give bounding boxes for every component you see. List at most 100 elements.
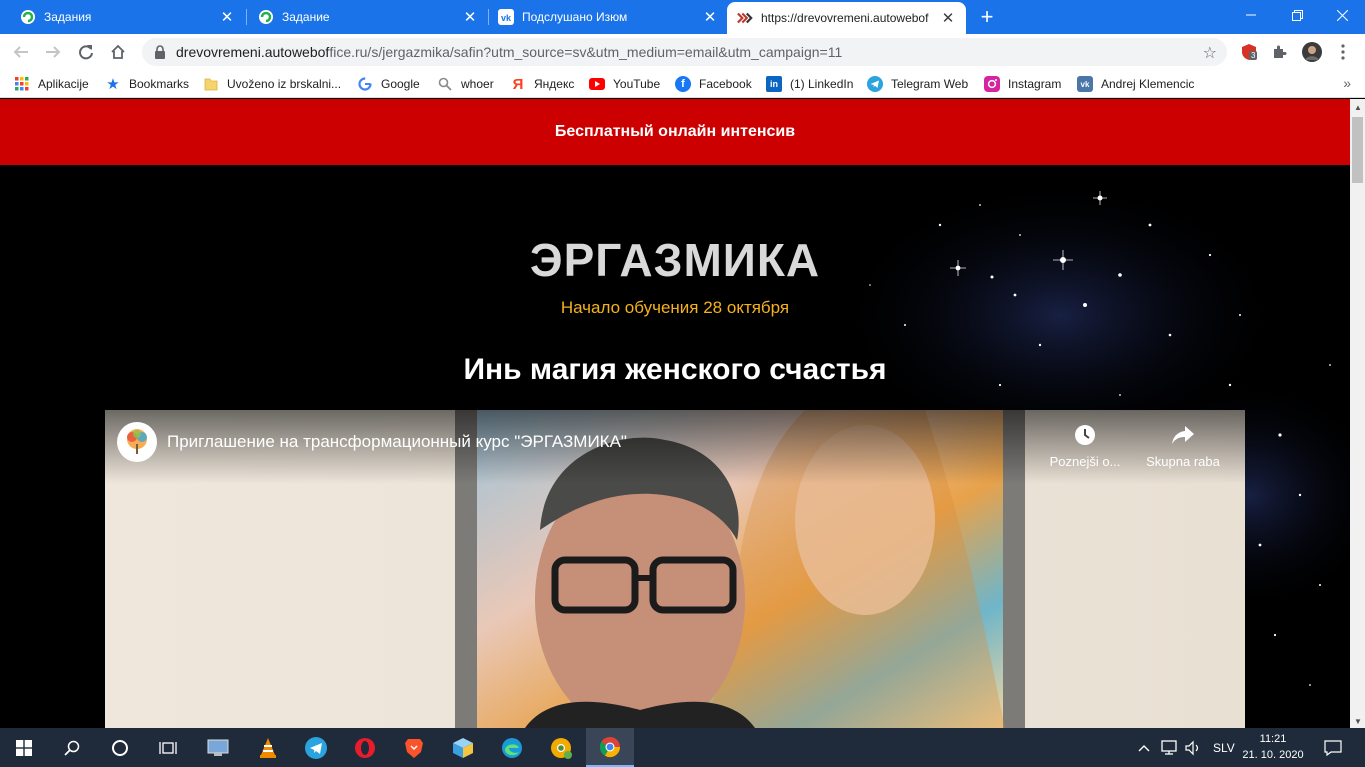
watch-later-button[interactable]: Poznejši o... — [1045, 422, 1125, 469]
bookmark-youtube[interactable]: YouTube — [589, 74, 660, 94]
task-view-icon — [159, 741, 177, 754]
scroll-down-arrow-icon[interactable]: ▼ — [1354, 717, 1362, 726]
taskbar-app-chrome-canary[interactable] — [537, 728, 585, 767]
bookmark-andrej[interactable]: vk Andrej Klemencic — [1077, 74, 1194, 94]
bookmark-telegram[interactable]: Telegram Web — [867, 74, 968, 94]
google-icon — [357, 76, 373, 92]
input-language[interactable]: SLV — [1213, 728, 1235, 767]
reload-button[interactable] — [74, 40, 98, 64]
facebook-icon: f — [675, 76, 691, 92]
tab-zadanie[interactable]: Задание ✕ — [238, 0, 488, 34]
web-page: Бесплатный онлайн интенсив ЭРГАЗМИКА Нач… — [0, 99, 1350, 728]
task-app-icon — [20, 9, 36, 25]
tab-close-icon[interactable]: ✕ — [462, 9, 478, 26]
bookmark-label: Andrej Klemencic — [1101, 77, 1195, 91]
tree-logo-icon — [127, 429, 147, 454]
adblock-extension-icon[interactable]: 3 — [1239, 42, 1259, 62]
bookmark-star-icon[interactable]: ☆ — [1203, 43, 1217, 63]
bookmark-label: Facebook — [699, 77, 752, 91]
taskbar-app-remote-desktop[interactable] — [194, 728, 242, 767]
telegram-icon — [305, 736, 327, 759]
cortana-button[interactable] — [96, 728, 144, 767]
page-scrollbar[interactable]: ▲ ▼ — [1350, 99, 1365, 728]
chrome-icon — [599, 736, 621, 757]
lock-icon — [155, 45, 165, 59]
share-arrow-icon — [1143, 422, 1223, 448]
search-icon — [64, 740, 80, 756]
profile-avatar[interactable] — [1302, 42, 1322, 62]
address-bar[interactable]: drevovremeni.autowebof fice.ru/s/jergazmi… — [142, 38, 1227, 66]
minimize-button[interactable] — [1228, 0, 1274, 30]
promo-banner: Бесплатный онлайн интенсив — [0, 99, 1350, 165]
url-host: drevovremeni.autowebof — [176, 44, 330, 60]
tab-podslushano[interactable]: vk Подслушано Изюм ✕ — [478, 0, 728, 34]
taskbar-app-cube[interactable] — [439, 728, 487, 767]
channel-logo[interactable] — [117, 422, 157, 462]
tab-close-icon[interactable]: ✕ — [702, 9, 718, 26]
opera-icon — [355, 737, 375, 758]
tray-overflow-icon[interactable] — [1138, 728, 1150, 767]
windows-logo-icon — [16, 739, 32, 756]
menu-kebab-icon[interactable] — [1333, 42, 1353, 62]
task-view-button[interactable] — [144, 728, 192, 767]
forward-arrow-icon — [46, 46, 61, 58]
restore-button[interactable] — [1274, 0, 1320, 30]
bookmark-instagram[interactable]: Instagram — [984, 74, 1061, 94]
scroll-up-arrow-icon[interactable]: ▲ — [1354, 103, 1362, 112]
share-button[interactable]: Skupna raba — [1143, 422, 1223, 469]
tab-close-icon[interactable]: ✕ — [219, 9, 235, 26]
tab-title: https://drevovremeni.autowebof — [761, 11, 929, 25]
taskbar-app-vlc[interactable] — [244, 728, 292, 767]
banner-text: Бесплатный онлайн интенсив — [554, 123, 796, 140]
back-button[interactable] — [9, 40, 33, 64]
tab-autowebofice[interactable]: https://drevovremeni.autowebof ✕ — [727, 2, 966, 34]
home-button[interactable] — [106, 40, 130, 64]
scroll-thumb[interactable] — [1352, 117, 1363, 183]
taskbar-app-opera[interactable] — [341, 728, 389, 767]
new-tab-button[interactable]: + — [975, 4, 999, 29]
bookmarks-overflow-icon[interactable]: » — [1343, 75, 1351, 91]
video-title[interactable]: Приглашение на трансформационный курс "Э… — [167, 432, 627, 452]
tab-title: Задания — [44, 10, 92, 24]
taskbar-app-edge[interactable] — [488, 728, 536, 767]
vlc-cone-icon — [260, 737, 276, 758]
bookmark-label: (1) LinkedIn — [790, 77, 854, 91]
edge-icon — [502, 737, 522, 758]
bookmark-aplikacije[interactable]: Aplikacije — [14, 74, 89, 94]
youtube-video-player[interactable]: Приглашение на трансформационный курс "Э… — [105, 410, 1245, 728]
vk-icon: vk — [498, 9, 514, 25]
taskbar-app-brave[interactable] — [390, 728, 438, 767]
reload-icon — [79, 45, 93, 60]
volume-icon[interactable] — [1184, 728, 1202, 767]
windows-taskbar: SLV 11:21 21. 10. 2020 — [0, 728, 1365, 767]
svg-text:vk: vk — [501, 13, 512, 23]
taskbar-clock[interactable]: 11:21 21. 10. 2020 — [1240, 731, 1306, 763]
bookmark-google[interactable]: Google — [357, 74, 420, 94]
tab-close-icon[interactable]: ✕ — [940, 10, 956, 27]
taskbar-app-telegram[interactable] — [292, 728, 340, 767]
bookmark-label: YouTube — [613, 77, 661, 91]
url-path: fice.ru/s/jergazmika/safin?utm_source=sv… — [329, 44, 843, 60]
bookmark-bookmarks[interactable]: ★ Bookmarks — [105, 74, 189, 94]
task-app-icon — [258, 9, 274, 25]
bookmark-whoer[interactable]: whoer — [437, 74, 494, 94]
search-button[interactable] — [48, 728, 96, 767]
bookmark-linkedin[interactable]: in (1) LinkedIn — [766, 74, 853, 94]
bookmark-facebook[interactable]: f Facebook — [675, 74, 752, 94]
bookmark-label: Google — [381, 77, 420, 91]
extensions-puzzle-icon[interactable] — [1269, 42, 1289, 62]
vk-icon: vk — [1077, 76, 1093, 92]
telegram-icon — [867, 76, 883, 92]
forward-button[interactable] — [41, 40, 65, 64]
taskbar-app-chrome[interactable] — [586, 728, 634, 767]
bookmark-label: Instagram — [1008, 77, 1062, 91]
notifications-icon[interactable] — [1324, 728, 1342, 767]
bookmark-uvozeno[interactable]: Uvoženo iz brskalni... — [203, 74, 341, 94]
bookmark-yandex[interactable]: Я Яндекс — [510, 74, 575, 94]
instagram-icon — [984, 76, 1000, 92]
bookmark-label: Uvoženo iz brskalni... — [227, 77, 342, 91]
close-window-button[interactable] — [1319, 0, 1365, 30]
tab-zadaniya[interactable]: Задания ✕ — [0, 0, 245, 34]
start-button[interactable] — [0, 728, 48, 767]
network-icon[interactable] — [1160, 728, 1178, 767]
